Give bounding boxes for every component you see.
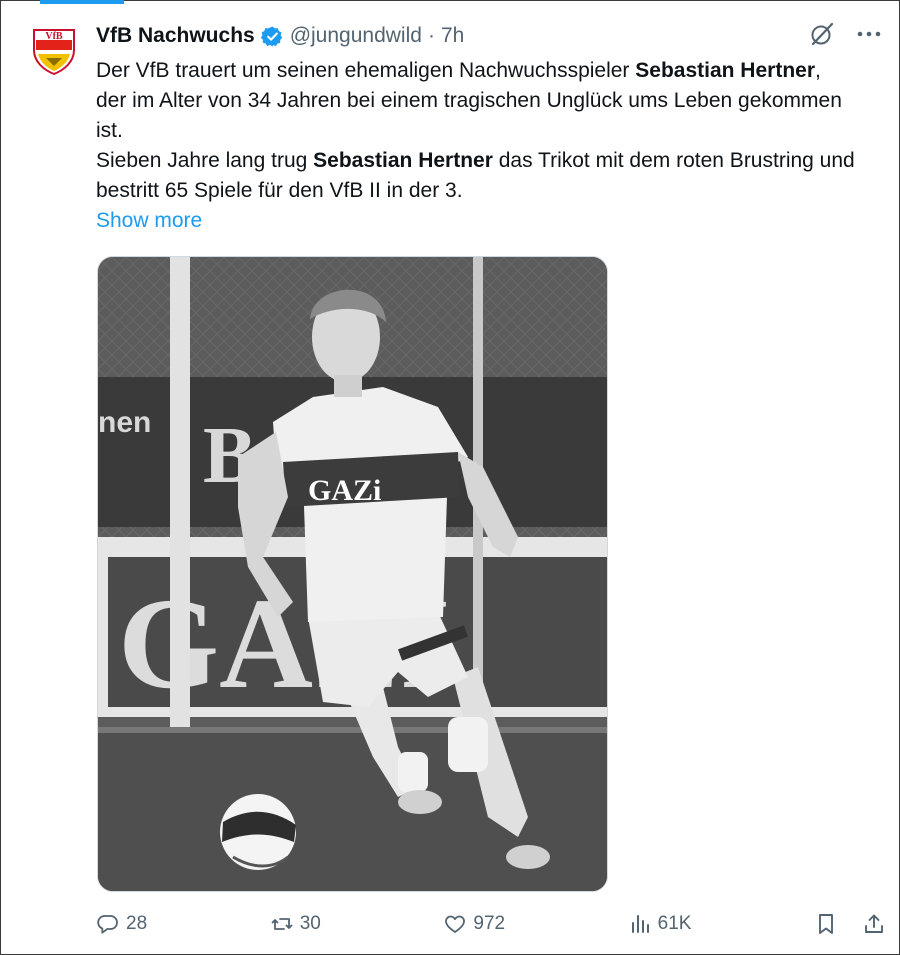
repost-count: 30: [299, 913, 321, 934]
player-photo-illustration: B ER nen GAZİ GAZi: [98, 257, 607, 891]
reply-count: 28: [126, 913, 148, 934]
views-button[interactable]: 61K: [628, 912, 692, 936]
show-more-link[interactable]: Show more: [96, 206, 202, 236]
tweet-paragraph-2: Sieben Jahre lang trug Sebastian Hertner…: [96, 149, 855, 202]
more-options-icon[interactable]: [854, 20, 884, 48]
repost-icon: [271, 918, 293, 930]
mentioned-name: Sebastian Hertner: [635, 59, 815, 82]
svg-text:nen: nen: [98, 406, 151, 439]
svg-text:GAZi: GAZi: [308, 474, 381, 507]
share-icon: [865, 914, 883, 933]
secondary-actions: [814, 912, 886, 936]
heart-icon: [445, 915, 466, 933]
top-accent-bar: [40, 0, 124, 4]
vfb-crest-icon: VfB: [33, 29, 75, 76]
bookmark-button[interactable]: [814, 912, 838, 936]
avatar[interactable]: VfB: [28, 24, 80, 76]
account-handle[interactable]: @jungundwild: [290, 24, 422, 48]
tweet-text: Der VfB trauert um seinen ehemaligen Nac…: [96, 56, 856, 236]
post-time[interactable]: 7h: [441, 24, 464, 48]
view-count: 61K: [657, 913, 692, 934]
share-button[interactable]: [862, 912, 886, 936]
mentioned-name: Sebastian Hertner: [313, 149, 493, 172]
account-name[interactable]: VfB Nachwuchs: [96, 24, 255, 48]
views-chart-icon: [631, 915, 649, 933]
svg-text:VfB: VfB: [45, 31, 63, 42]
tweet-paragraph-1: Der VfB trauert um seinen ehemaligen Nac…: [96, 59, 842, 142]
reply-icon: [97, 915, 118, 934]
bookmark-icon: [819, 914, 833, 934]
tweet-header: VfB Nachwuchs @jungundwild · 7h: [96, 22, 464, 50]
separator-dot: ·: [427, 24, 435, 47]
reply-button[interactable]: 28: [96, 912, 147, 936]
grok-icon[interactable]: [808, 20, 836, 48]
verified-badge-icon[interactable]: [260, 25, 284, 48]
like-button[interactable]: 972: [443, 912, 505, 936]
header-actions: [808, 20, 884, 48]
repost-button[interactable]: 30: [270, 912, 321, 936]
like-count: 972: [473, 913, 506, 934]
tweet-actions: 28 30 972 61K: [96, 906, 886, 942]
tweet-photo[interactable]: B ER nen GAZİ GAZi: [97, 256, 608, 892]
